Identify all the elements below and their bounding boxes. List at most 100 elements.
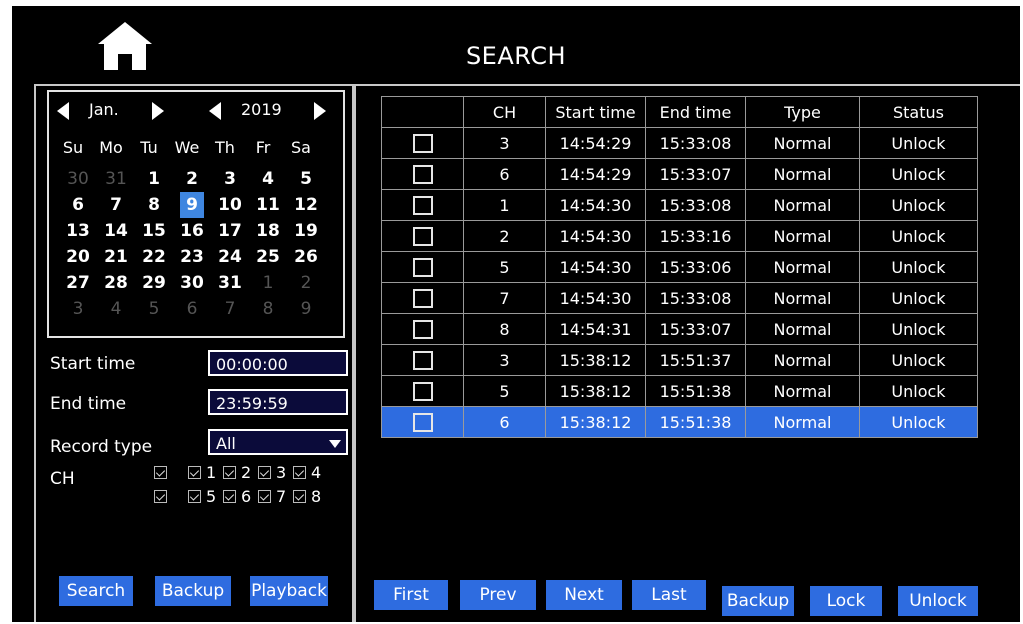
backup-records-button[interactable]: Backup xyxy=(722,586,794,616)
end-time-cell: 15:51:38 xyxy=(645,406,746,438)
calendar-day[interactable]: 9 xyxy=(294,296,318,322)
calendar-day[interactable]: 24 xyxy=(218,244,242,270)
row-checkbox[interactable] xyxy=(412,382,433,401)
next-month-icon[interactable] xyxy=(152,102,164,120)
row-checkbox[interactable] xyxy=(412,134,433,153)
ch-checkbox[interactable] xyxy=(223,490,236,503)
calendar-day[interactable]: 17 xyxy=(218,218,242,244)
table-row[interactable]: 3 15:38:12 15:51:37 Normal Unlock xyxy=(381,344,978,376)
row-checkbox[interactable] xyxy=(412,351,433,370)
row-checkbox[interactable] xyxy=(412,165,433,184)
calendar-day[interactable]: 31 xyxy=(218,270,242,296)
start-time-input[interactable]: 00:00:00 xyxy=(208,350,348,376)
calendar-day[interactable]: 12 xyxy=(294,192,318,218)
calendar-day[interactable]: 3 xyxy=(218,166,242,192)
calendar-day[interactable]: 27 xyxy=(66,270,90,296)
row-checkbox[interactable] xyxy=(412,258,433,277)
ch-all-checkbox[interactable] xyxy=(154,490,167,503)
calendar-day[interactable]: 4 xyxy=(256,166,280,192)
calendar-day[interactable]: 22 xyxy=(142,244,166,270)
ch-all-checkbox[interactable] xyxy=(154,466,167,479)
calendar-day[interactable]: 2 xyxy=(180,166,204,192)
table-row[interactable]: 5 14:54:30 15:33:06 Normal Unlock xyxy=(381,251,978,283)
calendar-day[interactable]: 13 xyxy=(66,218,90,244)
first-page-button[interactable]: First xyxy=(374,580,448,610)
row-checkbox[interactable] xyxy=(412,413,433,432)
calendar-day[interactable]: 15 xyxy=(142,218,166,244)
calendar-day[interactable]: 28 xyxy=(104,270,128,296)
prev-year-icon[interactable] xyxy=(209,102,221,120)
calendar-day[interactable]: 14 xyxy=(104,218,128,244)
type-cell: Normal xyxy=(745,313,860,345)
row-checkbox[interactable] xyxy=(412,227,433,246)
table-row[interactable]: 7 14:54:30 15:33:08 Normal Unlock xyxy=(381,282,978,314)
calendar-day[interactable]: 5 xyxy=(142,296,166,322)
calendar-day[interactable]: 11 xyxy=(256,192,280,218)
calendar-day[interactable]: 3 xyxy=(66,296,90,322)
calendar-day[interactable]: 7 xyxy=(104,192,128,218)
end-time-input[interactable]: 23:59:59 xyxy=(208,389,348,415)
lock-button[interactable]: Lock xyxy=(810,586,882,616)
calendar-day[interactable]: 21 xyxy=(104,244,128,270)
row-checkbox[interactable] xyxy=(412,196,433,215)
last-page-button[interactable]: Last xyxy=(632,580,706,610)
ch-checkbox[interactable] xyxy=(258,490,271,503)
ch-checkbox[interactable] xyxy=(293,466,306,479)
calendar-day[interactable]: 6 xyxy=(180,296,204,322)
ch-checkbox[interactable] xyxy=(223,466,236,479)
calendar-day[interactable]: 26 xyxy=(294,244,318,270)
calendar-day[interactable]: 8 xyxy=(256,296,280,322)
calendar-day[interactable]: 4 xyxy=(104,296,128,322)
calendar-day[interactable]: 5 xyxy=(294,166,318,192)
chevron-down-icon xyxy=(329,440,341,448)
table-row[interactable]: 3 14:54:29 15:33:08 Normal Unlock xyxy=(381,127,978,159)
calendar-day[interactable]: 31 xyxy=(104,166,128,192)
calendar-day[interactable]: 1 xyxy=(142,166,166,192)
table-row[interactable]: 5 15:38:12 15:51:38 Normal Unlock xyxy=(381,375,978,407)
table-row[interactable]: 8 14:54:31 15:33:07 Normal Unlock xyxy=(381,313,978,345)
backup-button[interactable]: Backup xyxy=(155,576,231,606)
playback-button[interactable]: Playback xyxy=(250,576,328,606)
calendar-day[interactable]: 1 xyxy=(256,270,280,296)
ch-checkbox[interactable] xyxy=(188,490,201,503)
row-checkbox[interactable] xyxy=(412,289,433,308)
calendar-day-selected[interactable]: 9 xyxy=(180,192,204,218)
calendar-day[interactable]: 8 xyxy=(142,192,166,218)
ch-checkbox[interactable] xyxy=(293,490,306,503)
calendar-day[interactable]: 10 xyxy=(218,192,242,218)
table-row[interactable]: 1 14:54:30 15:33:08 Normal Unlock xyxy=(381,189,978,221)
calendar-day[interactable]: 18 xyxy=(256,218,280,244)
table-row[interactable]: 6 14:54:29 15:33:07 Normal Unlock xyxy=(381,158,978,190)
calendar-day[interactable]: 20 xyxy=(66,244,90,270)
status-cell: Unlock xyxy=(859,344,978,376)
calendar-day[interactable]: 23 xyxy=(180,244,204,270)
calendar-day[interactable]: 30 xyxy=(180,270,204,296)
weekday-label: We xyxy=(174,138,200,157)
table-row[interactable]: 2 14:54:30 15:33:16 Normal Unlock xyxy=(381,220,978,252)
table-row[interactable]: 6 15:38:12 15:51:38 Normal Unlock xyxy=(381,406,978,438)
type-cell: Normal xyxy=(745,282,860,314)
calendar-day[interactable]: 30 xyxy=(66,166,90,192)
calendar-day[interactable]: 2 xyxy=(294,270,318,296)
calendar-day[interactable]: 29 xyxy=(142,270,166,296)
prev-month-icon[interactable] xyxy=(57,102,69,120)
status-cell: Unlock xyxy=(859,375,978,407)
row-checkbox[interactable] xyxy=(412,320,433,339)
next-page-button[interactable]: Next xyxy=(546,580,622,610)
start-time-label: Start time xyxy=(50,354,136,374)
calendar-day[interactable]: 19 xyxy=(294,218,318,244)
ch-number: 2 xyxy=(241,463,252,482)
search-button[interactable]: Search xyxy=(59,576,133,606)
ch-number: 7 xyxy=(276,487,287,506)
calendar-day[interactable]: 7 xyxy=(218,296,242,322)
calendar-day[interactable]: 25 xyxy=(256,244,280,270)
ch-checkbox[interactable] xyxy=(258,466,271,479)
ch-checkbox[interactable] xyxy=(188,466,201,479)
calendar-day[interactable]: 16 xyxy=(180,218,204,244)
type-cell: Normal xyxy=(745,375,860,407)
record-type-select[interactable]: All xyxy=(208,429,348,455)
prev-page-button[interactable]: Prev xyxy=(460,580,536,610)
calendar-day[interactable]: 6 xyxy=(66,192,90,218)
unlock-button[interactable]: Unlock xyxy=(898,586,978,616)
next-year-icon[interactable] xyxy=(314,102,326,120)
